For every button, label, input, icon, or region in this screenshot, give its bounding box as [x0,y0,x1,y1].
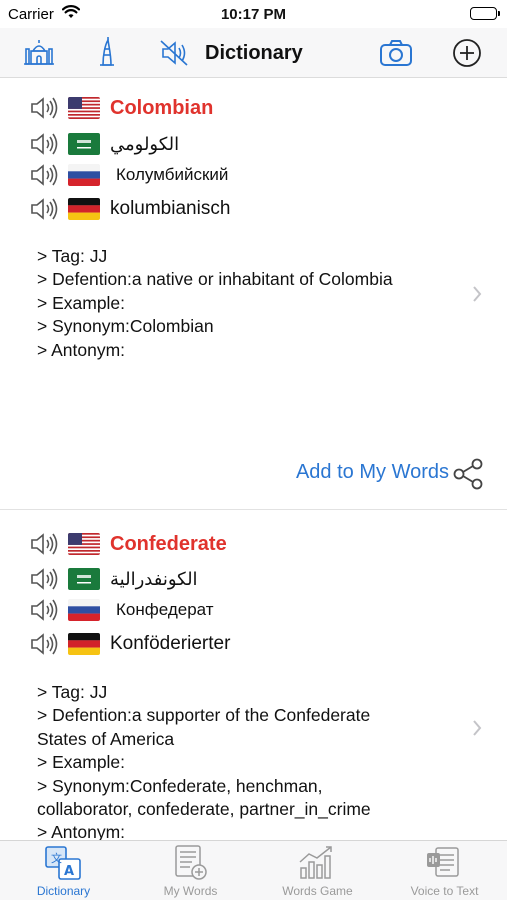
translation-row-arabic: الكولومي [30,129,179,159]
detail-line: > Defention:a supporter of the Confedera… [37,705,371,726]
detail-line: > Antonym: [37,822,126,840]
us-flag-icon [68,533,100,555]
mosque-landmark-icon[interactable] [22,36,56,70]
detail-line: States of America [37,728,175,749]
tab-label: Voice to Text [410,884,479,898]
detail-line: > Tag: JJ [37,682,108,702]
word-details: > Tag: JJ > Defention:a native or inhabi… [37,245,467,362]
translation-row-english: Confederate [30,529,227,559]
tab-label: Words Game [282,884,353,898]
detail-line: > Synonym:Colombian [37,316,214,337]
saudi-flag-icon [68,568,100,590]
tower-landmark-icon[interactable] [90,36,124,70]
tab-label: Dictionary [36,884,91,898]
translation-row-arabic: الكونفدرالية [30,564,198,594]
detail-line: > Tag: JJ [37,246,108,266]
page-title: Dictionary [205,42,303,64]
camera-icon[interactable] [379,36,413,70]
detail-line: > Example: [37,752,126,773]
navigation-bar: Dictionary [0,28,507,78]
clock-time: 10:17 PM [220,6,287,23]
detail-line: > Example: [37,292,126,313]
chevron-right-icon[interactable] [471,719,483,737]
translation-arabic: الكولومي [110,133,180,154]
headword: Confederate [110,532,227,555]
translation-row-german: Konföderierter [30,629,230,659]
word-details: > Tag: JJ > Defention:a supporter of the… [37,681,467,840]
russia-flag-icon [68,599,100,621]
tab-words-game[interactable]: Words Game [254,841,381,900]
speaker-icon[interactable] [30,162,62,188]
dictionary-entry: Colombian الكولومي Колумбийский kolumbia… [0,79,507,510]
translation-german: Konföderierter [110,633,231,654]
translation-row-english: Colombian [30,93,213,123]
tab-voice-to-text[interactable]: Voice to Text [381,841,507,900]
translation-russian: Конфедерат [116,600,214,619]
speaker-icon[interactable] [30,597,62,623]
tab-bar: 文A Dictionary My Words Words Game Voice … [0,840,507,900]
speaker-icon[interactable] [30,196,62,222]
tab-dictionary[interactable]: 文A Dictionary [0,841,127,900]
svg-text:文: 文 [51,851,62,865]
detail-line: collaborator, confederate, partner_in_cr… [37,799,371,820]
russia-flag-icon [68,164,100,186]
svg-text:A: A [64,864,74,879]
chevron-right-icon[interactable] [471,285,483,303]
dictionary-list[interactable]: Colombian الكولومي Колумбийский kolumbia… [0,79,507,840]
bar-chart-game-icon [297,844,337,882]
share-icon[interactable] [451,457,485,496]
battery-icon [470,7,500,20]
translation-row-russian: Колумбийский [30,160,228,190]
status-bar: Carrier 10:17 PM [0,0,507,28]
translation-row-german: kolumbianisch [30,194,230,224]
germany-flag-icon [68,633,100,655]
dictionary-entry: Confederate الكونفدرالية Конфедерат Konf… [0,511,507,840]
speaker-icon[interactable] [30,566,62,592]
detail-line: > Antonym: [37,339,126,360]
translation-russian: Колумбийский [116,165,229,184]
speaker-icon[interactable] [30,531,62,557]
tab-my-words[interactable]: My Words [127,841,254,900]
detail-line: > Synonym:Confederate, henchman, [37,775,323,796]
speaker-icon[interactable] [30,631,62,657]
translate-icon: 文A [43,844,83,882]
voice-document-icon [424,844,464,882]
add-to-my-words-button[interactable]: Add to My Words [296,461,449,484]
speaker-muted-icon[interactable] [157,36,191,70]
add-circle-icon[interactable] [450,36,484,70]
tab-label: My Words [163,884,218,898]
speaker-icon[interactable] [30,95,62,121]
word-list-add-icon [170,844,210,882]
translation-arabic: الكونفدرالية [110,568,198,589]
detail-line: > Defention:a native or inhabitant of Co… [37,269,393,290]
headword: Colombian [110,96,214,119]
germany-flag-icon [68,198,100,220]
saudi-flag-icon [68,133,100,155]
translation-german: kolumbianisch [110,198,231,219]
us-flag-icon [68,97,100,119]
speaker-icon[interactable] [30,131,62,157]
translation-row-russian: Конфедерат [30,595,214,625]
